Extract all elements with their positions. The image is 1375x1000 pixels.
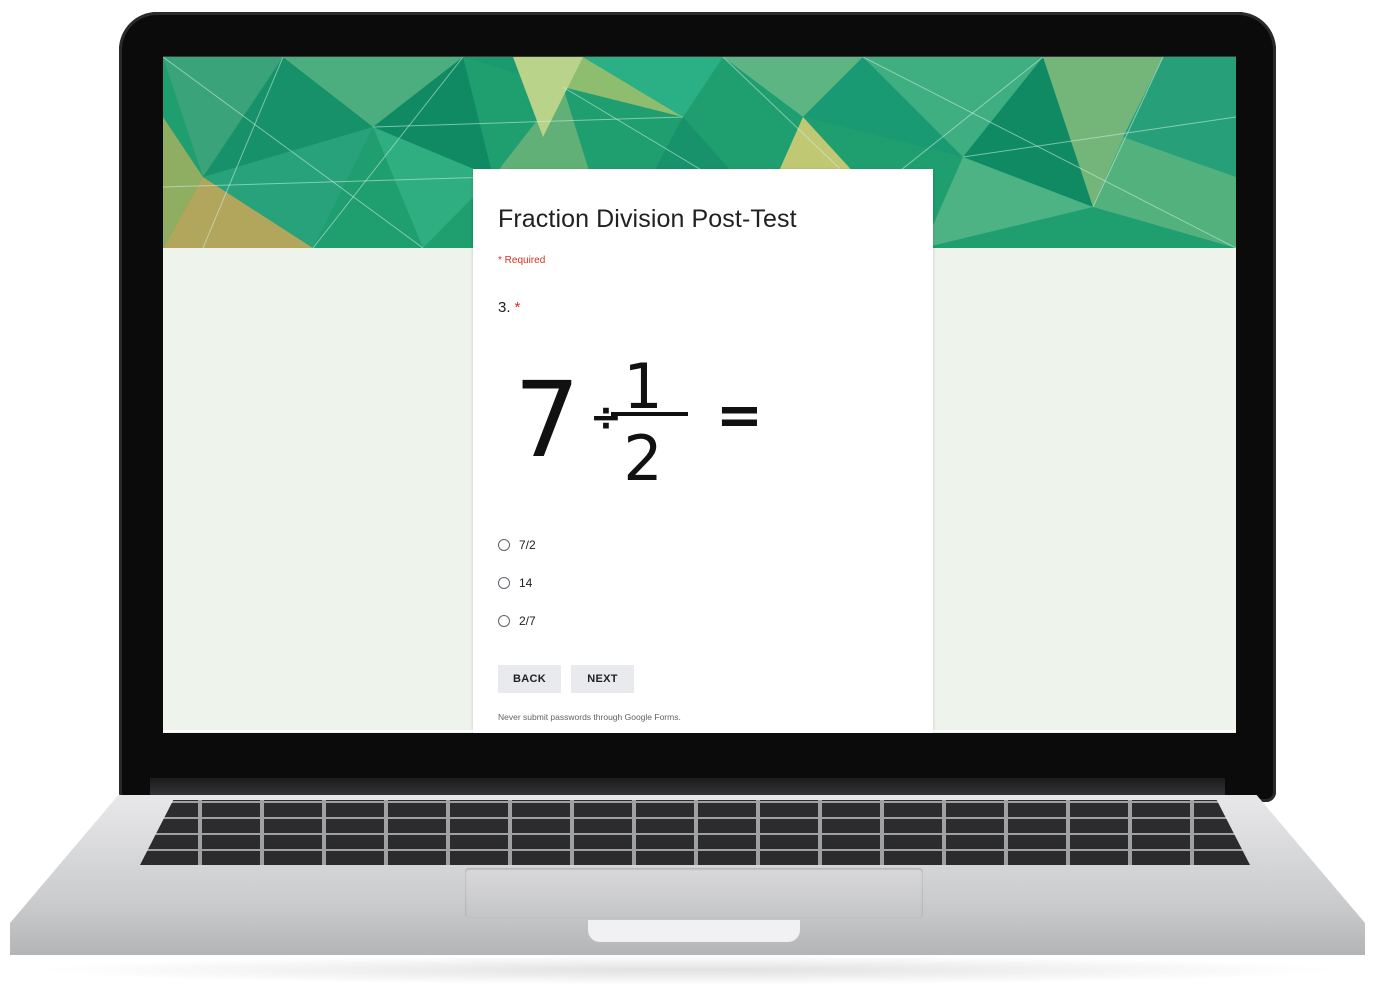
math-equals-symbol: = [716, 383, 763, 448]
navigation-buttons: BACK NEXT [498, 665, 634, 693]
form-card: Fraction Division Post-Test * Required 3… [473, 169, 933, 733]
option-14[interactable]: 14 [498, 564, 536, 602]
form-title: Fraction Division Post-Test [498, 205, 797, 233]
answer-options: 7/2 14 2/7 [498, 526, 536, 640]
question-math-image: 7 ÷ 1 2 = [514, 350, 763, 484]
option-label: 2/7 [519, 614, 536, 628]
laptop-keyboard [140, 800, 1250, 865]
math-whole-number: 7 [514, 359, 580, 481]
required-star: * [514, 299, 521, 316]
next-button[interactable]: NEXT [571, 665, 634, 693]
laptop-shadow [30, 955, 1345, 985]
radio-button-unchecked-icon[interactable] [498, 615, 510, 627]
laptop-notch [588, 920, 800, 942]
question-label: 3. * [498, 299, 520, 316]
password-warning: Never submit passwords through Google Fo… [498, 712, 681, 722]
screen: Fraction Division Post-Test * Required 3… [163, 56, 1236, 733]
screen-bottom-edge [163, 730, 1236, 732]
option-7-2[interactable]: 7/2 [498, 526, 536, 564]
option-2-7[interactable]: 2/7 [498, 602, 536, 640]
laptop-trackpad [465, 868, 923, 918]
math-divide-symbol: ÷ [590, 395, 622, 439]
back-button[interactable]: BACK [498, 665, 561, 693]
question-number: 3. [498, 299, 511, 316]
radio-button-unchecked-icon[interactable] [498, 539, 510, 551]
math-denominator: 2 [623, 422, 662, 484]
option-label: 7/2 [519, 538, 536, 552]
required-note: * Required [498, 255, 546, 266]
radio-button-unchecked-icon[interactable] [498, 577, 510, 589]
option-label: 14 [519, 576, 533, 590]
